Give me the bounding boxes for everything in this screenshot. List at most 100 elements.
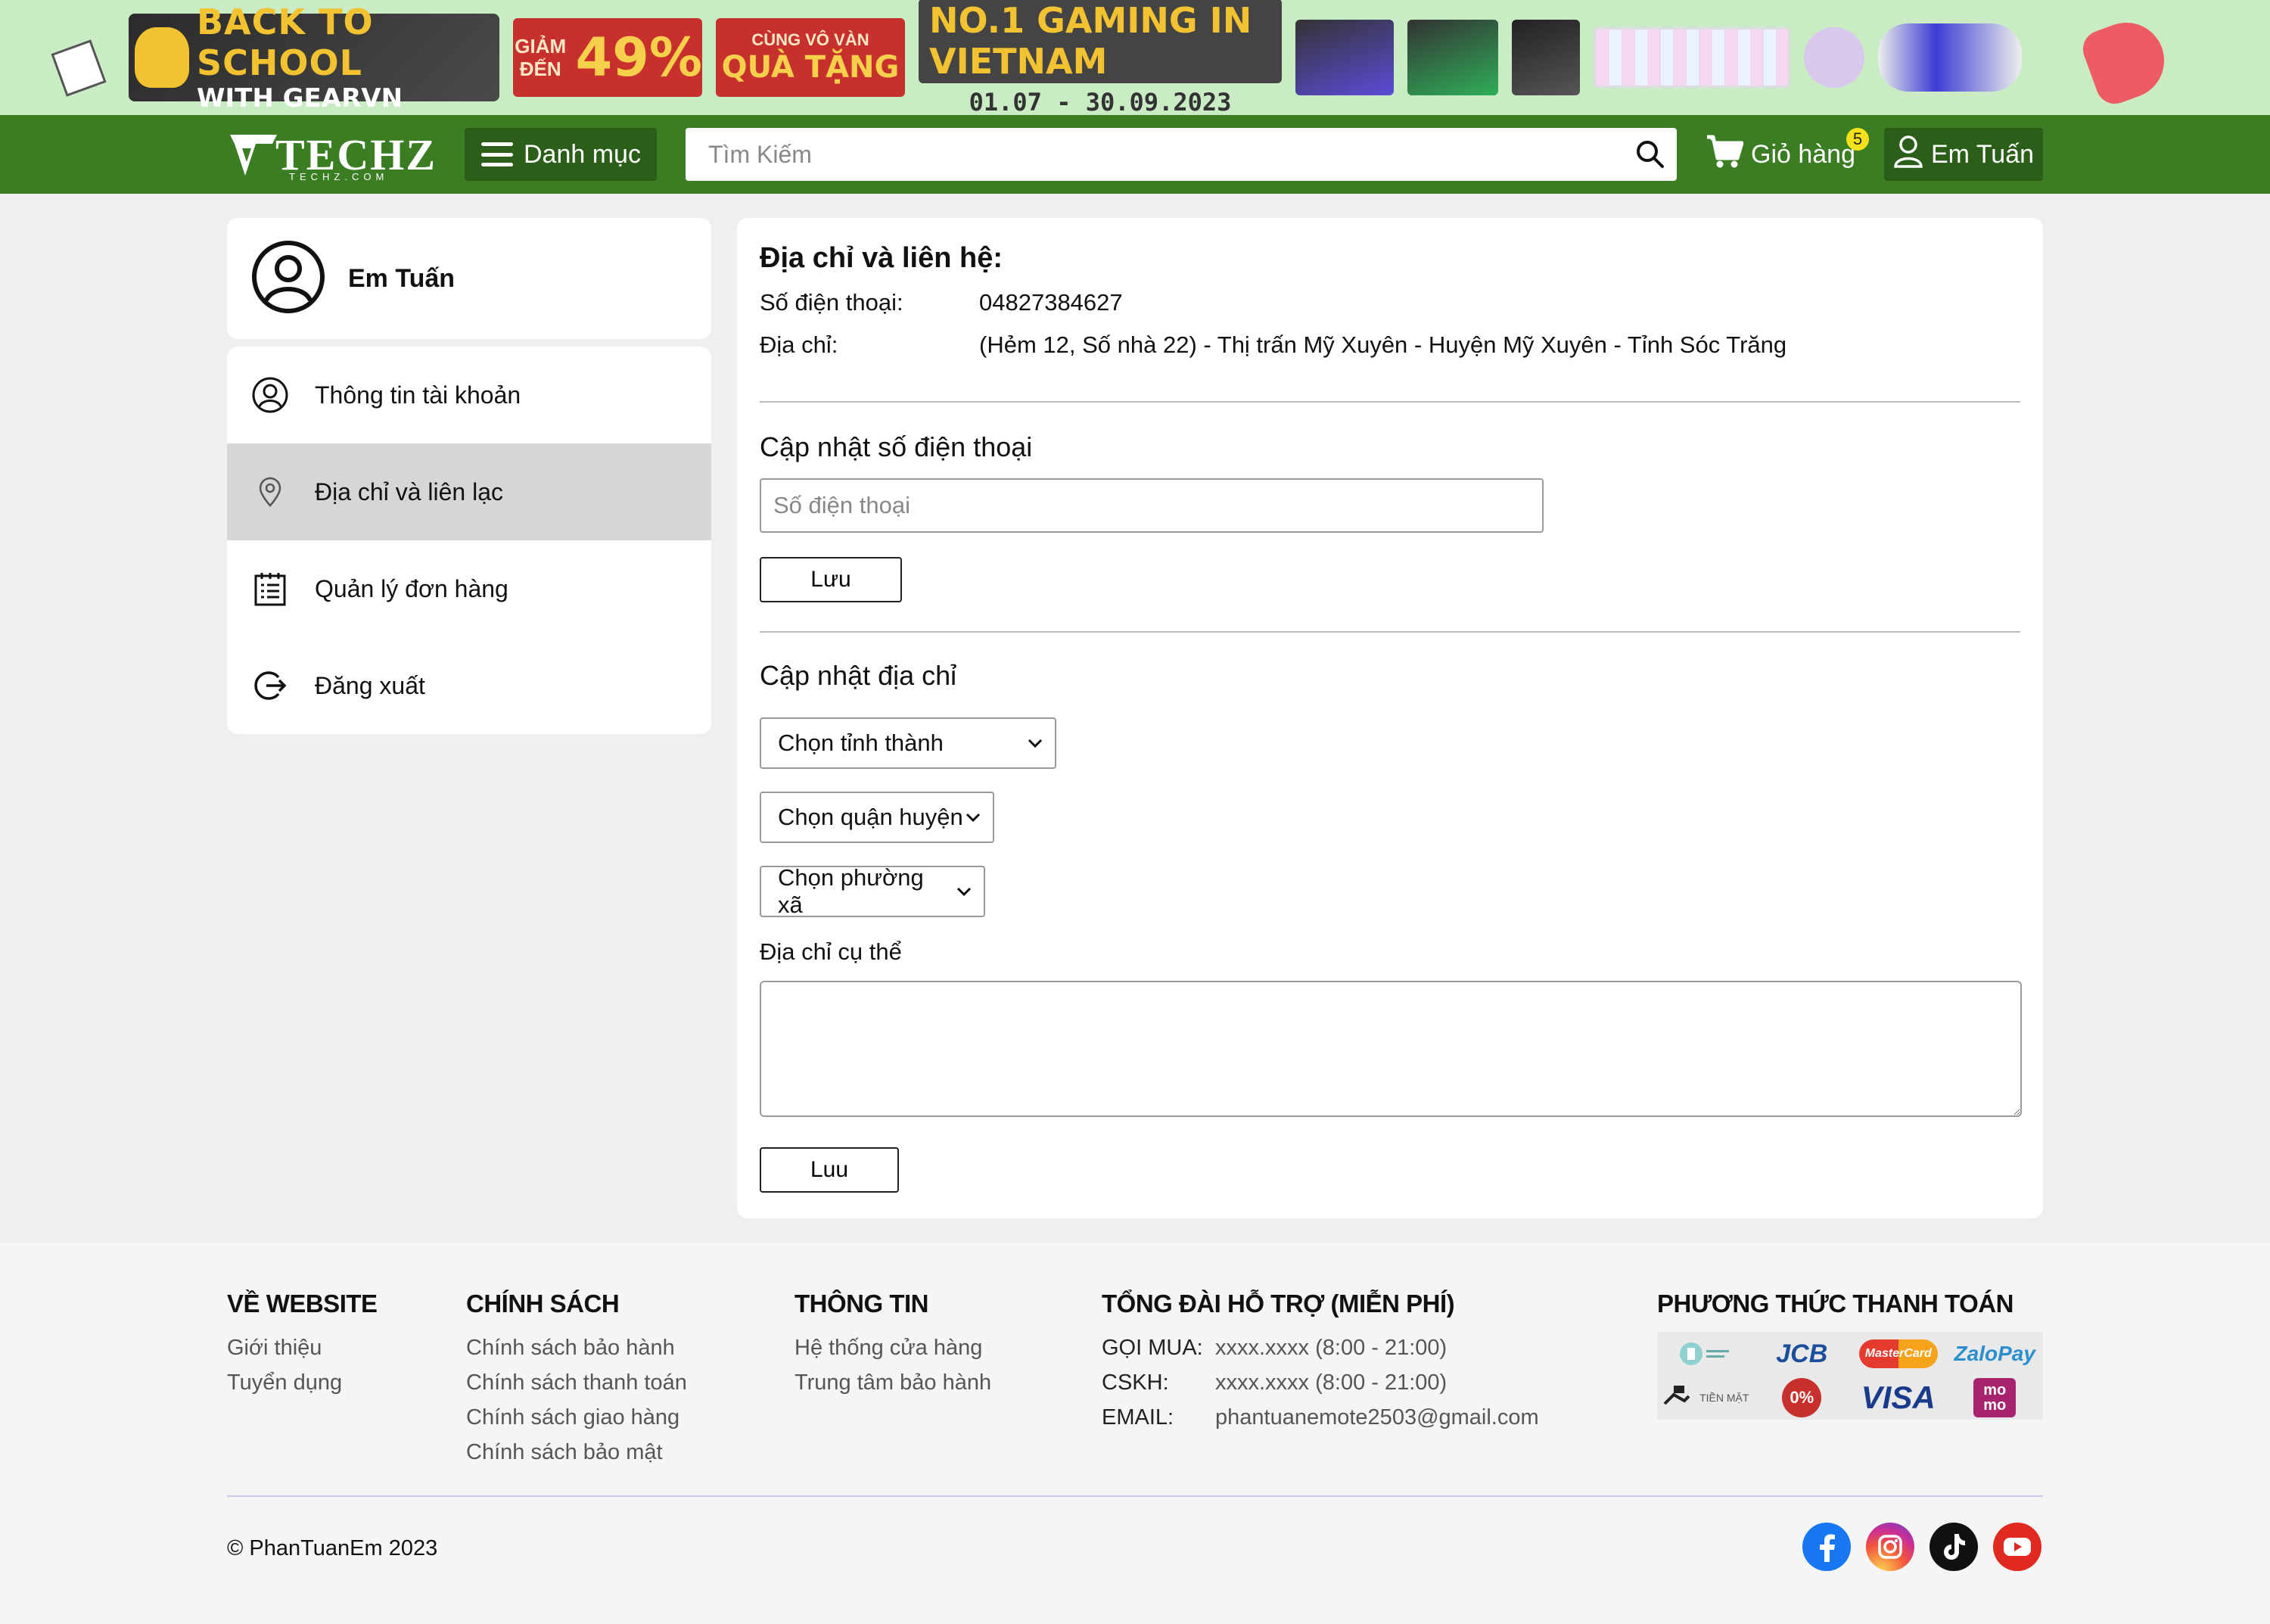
footer-policy-title: CHÍNH SÁCH [466, 1290, 620, 1318]
cash-label: TIỀN MẶT [1699, 1392, 1749, 1404]
user-icon [1893, 135, 1923, 175]
search-input[interactable] [686, 128, 1624, 181]
chevron-down-icon [1026, 734, 1044, 752]
district-select[interactable]: Chọn quận huyện [760, 792, 994, 843]
phone-value: 04827384627 [979, 289, 1123, 316]
footer-support-title: TỔNG ĐÀI HỖ TRỢ (MIỄN PHÍ) [1102, 1290, 1455, 1318]
support-value: xxxx.xxxx (8:00 - 21:00) [1215, 1370, 1448, 1395]
user-account-label: Em Tuấn [1930, 139, 2035, 169]
site-footer: VỀ WEBSITE Giới thiệu Tuyển dụng CHÍNH S… [0, 1243, 2270, 1624]
user-circle-icon [251, 376, 289, 414]
promo-date-range: 01.07 - 30.09.2023 [969, 88, 1232, 115]
cart-count-badge: 5 [1846, 128, 1869, 151]
update-address-title: Cập nhật địa chỉ [760, 660, 957, 691]
support-row: CSKH: xxxx.xxxx (8:00 - 21:00) [1102, 1365, 1539, 1400]
save-phone-button[interactable]: Lưu [760, 557, 902, 602]
sidebar-item-orders[interactable]: Quản lý đơn hàng [227, 540, 711, 637]
discount-label: GIẢM ĐẾN [515, 35, 567, 80]
chevron-down-icon [955, 882, 973, 901]
footer-payment: PHƯƠNG THỨC THANH TOÁN [1657, 1290, 2013, 1330]
address-value: (Hẻm 12, Số nhà 22) - Thị trấn Mỹ Xuyên … [979, 331, 1787, 358]
cart-button[interactable]: Giỏ hàng 5 [1706, 128, 1869, 181]
avatar-icon [251, 240, 325, 318]
footer-divider [227, 1495, 2043, 1497]
footer-link[interactable]: Chính sách bảo mật [466, 1435, 687, 1470]
support-row: EMAIL: phantuanemote2503@gmail.com [1102, 1400, 1539, 1435]
installment-icon: 0% [1754, 1376, 1851, 1420]
site-logo[interactable]: TECHZ TECHZ.COM [227, 124, 435, 186]
address-key: Địa chỉ: [760, 331, 838, 358]
sidebar-user-name: Em Tuấn [348, 263, 456, 293]
support-email[interactable]: phantuanemote2503@gmail.com [1215, 1400, 1539, 1435]
laptop-product-image [1295, 20, 1394, 95]
youtube-icon[interactable] [1993, 1523, 2041, 1571]
sidebar-item-label: Quản lý đơn hàng [315, 574, 508, 602]
social-links [1802, 1523, 2041, 1571]
address-info-row: Địa chỉ: (Hẻm 12, Số nhà 22) - Thị trấn … [760, 331, 1786, 359]
support-key: EMAIL: [1102, 1405, 1174, 1430]
logout-icon [251, 667, 289, 705]
footer-link[interactable]: Chính sách bảo hành [466, 1330, 687, 1365]
copyright-text: © PhanTuanEm 2023 [227, 1536, 438, 1560]
notepad-decoration [51, 39, 107, 97]
sidebar-item-address[interactable]: Địa chỉ và liên lạc [227, 443, 711, 540]
instagram-icon[interactable] [1866, 1523, 1914, 1571]
divider [760, 631, 2020, 633]
footer-payment-title: PHƯƠNG THỨC THANH TOÁN [1657, 1290, 2013, 1318]
support-key: GỌI MUA: [1102, 1336, 1203, 1360]
footer-about-title: VỀ WEBSITE [227, 1290, 378, 1318]
gift-line2: QUÀ TẶNG [721, 50, 900, 85]
with-gearvn-text: WITH GEARVN [197, 83, 403, 114]
province-select-value: Chọn tỉnh thành [778, 730, 944, 756]
phone-key: Số điện thoại: [760, 289, 903, 316]
sidebar-item-label: Đăng xuất [315, 671, 425, 699]
footer-link[interactable]: Tuyển dụng [227, 1365, 378, 1400]
update-phone-title: Cập nhật số điện thoại [760, 431, 1033, 462]
discount-badge: GIẢM ĐẾN 49% [513, 18, 702, 97]
footer-link[interactable]: Chính sách thanh toán [466, 1365, 687, 1400]
support-row: GỌI MUA: xxxx.xxxx (8:00 - 21:00) [1102, 1330, 1539, 1365]
sidebar-item-account-info[interactable]: Thông tin tài khoản [227, 347, 711, 443]
phone-field[interactable] [760, 478, 1544, 533]
category-menu-label: Danh mục [524, 139, 641, 169]
handheld-product-image [1878, 23, 2022, 92]
support-value: xxxx.xxxx (8:00 - 21:00) [1215, 1336, 1448, 1360]
footer-link[interactable]: Hệ thống cửa hàng [794, 1330, 991, 1365]
sidebar-item-label: Thông tin tài khoản [315, 381, 521, 409]
logo-subtext: TECHZ.COM [289, 171, 389, 182]
footer-link[interactable]: Trung tâm bảo hành [794, 1365, 991, 1400]
internet-banking-icon [1657, 1332, 1754, 1376]
category-menu-button[interactable]: Danh mục [465, 128, 657, 181]
no1-gaming-badge: NO.1 GAMING IN VIETNAM 01.07 - 30.09.202… [919, 0, 1282, 115]
promo-banner[interactable]: BACK TO SCHOOL WITH GEARVN GIẢM ĐẾN 49% … [0, 0, 2270, 115]
cart-label: Giỏ hàng [1751, 139, 1855, 169]
chevron-down-icon [964, 808, 982, 826]
facebook-icon[interactable] [1802, 1523, 1851, 1571]
save-address-button[interactable]: Luu [760, 1147, 899, 1193]
pc-case-product-image [1512, 20, 1580, 95]
visa-logo: VISA [1861, 1380, 1936, 1415]
mascot-image [135, 27, 189, 88]
district-select-value: Chọn quận huyện [778, 804, 963, 830]
user-account-button[interactable]: Em Tuấn [1884, 128, 2043, 181]
keyboard-product-image [1594, 27, 1790, 88]
footer-link[interactable]: Chính sách giao hàng [466, 1400, 687, 1435]
page-title: Địa chỉ và liên hệ: [760, 242, 1003, 274]
phone-info-row: Số điện thoại: 04827384627 [760, 289, 1123, 316]
province-select[interactable]: Chọn tỉnh thành [760, 717, 1056, 769]
sidebar-menu: Thông tin tài khoản Địa chỉ và liên lạc … [227, 347, 711, 734]
momo-logo: mo mo [1947, 1376, 2044, 1420]
search-icon[interactable] [1624, 128, 1677, 181]
address-detail-field[interactable] [760, 981, 2022, 1117]
ward-select[interactable]: Chọn phường xã [760, 864, 985, 918]
footer-support: TỔNG ĐÀI HỖ TRỢ (MIỄN PHÍ) GỌI MUA: xxxx… [1102, 1290, 1539, 1435]
mastercard-logo: MasterCard [1850, 1332, 1947, 1376]
tiktok-icon[interactable] [1930, 1523, 1978, 1571]
support-key: CSKH: [1102, 1370, 1169, 1395]
discount-value: 49% [575, 26, 702, 89]
footer-policy: CHÍNH SÁCH Chính sách bảo hành Chính sác… [466, 1290, 687, 1470]
gift-badge: CÙNG VÔ VÀN QUÀ TẶNG [716, 18, 905, 97]
address-detail-label: Địa chỉ cụ thể [760, 938, 902, 965]
footer-link[interactable]: Giới thiệu [227, 1330, 378, 1365]
sidebar-item-logout[interactable]: Đăng xuất [227, 637, 711, 734]
